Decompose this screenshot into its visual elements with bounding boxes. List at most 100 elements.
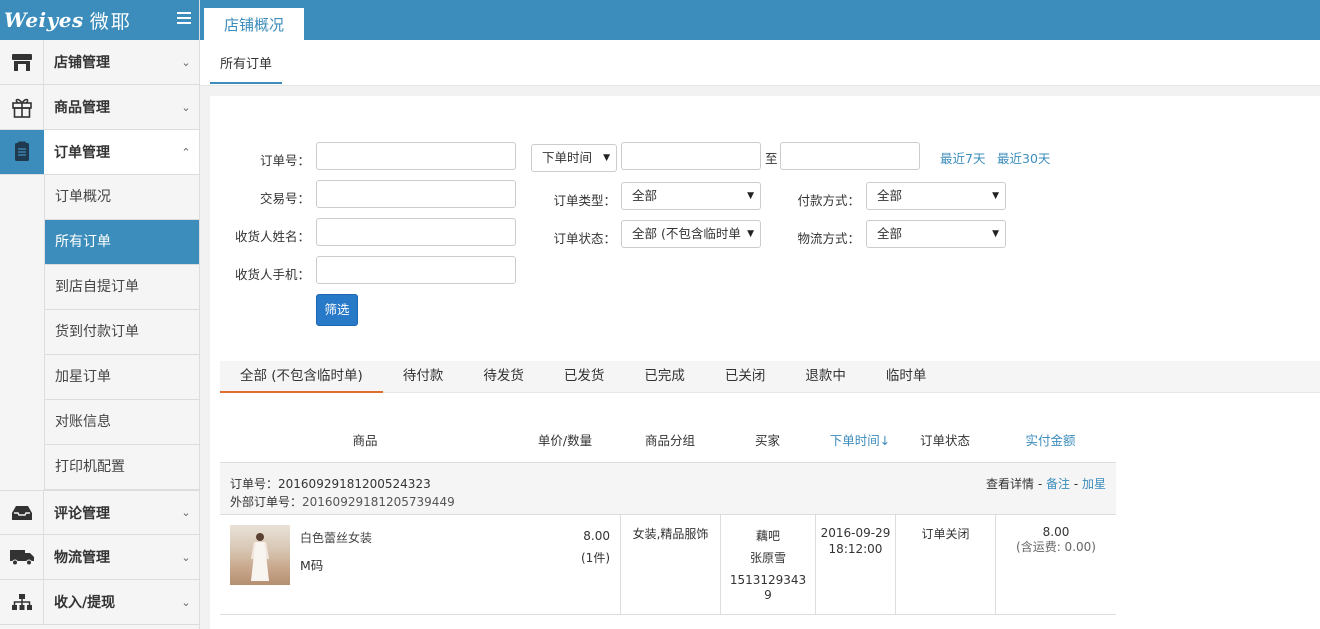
sidebar-item-label: 商品管理 xyxy=(54,100,110,116)
order-status-label: 订单状态： xyxy=(553,231,616,246)
header-amount-sort[interactable]: 实付金额 xyxy=(985,421,1116,461)
brand-logo-cn[interactable]: 微耶 xyxy=(90,7,132,34)
brand-logo[interactable]: Weiyes xyxy=(4,8,84,32)
add-note-link[interactable]: 备注 xyxy=(1046,477,1070,491)
product-sku: M码 xyxy=(300,558,324,573)
tab-status-shipped[interactable]: 已发货 xyxy=(544,361,625,393)
time-type-select[interactable]: 下单时间 ▼ xyxy=(531,144,617,172)
pay-method-select[interactable]: 全部 ▼ xyxy=(866,182,1006,210)
add-star-link[interactable]: 加星 xyxy=(1082,477,1106,491)
header-order-time-sort[interactable]: 下单时间↓ xyxy=(815,421,905,461)
buyer-nickname: 藕吧 xyxy=(755,529,780,543)
sidebar-item-label: 评论管理 xyxy=(54,505,110,522)
order-number-label: 订单号： xyxy=(230,477,279,491)
submenu-item-cod-orders[interactable]: 货到付款订单 xyxy=(45,310,199,355)
sidebar-item-income[interactable]: 收入/提现 ⌄ xyxy=(0,580,199,625)
submenu-item-order-overview[interactable]: 订单概况 xyxy=(45,175,199,220)
filter-button[interactable]: 筛选 xyxy=(316,294,358,326)
buyer-name: 张原雪 xyxy=(749,551,786,565)
category-cell: 女装,精品服饰 xyxy=(620,515,720,615)
order-no-input[interactable] xyxy=(316,142,516,170)
separator: - xyxy=(1034,477,1046,491)
inbox-icon xyxy=(0,490,44,535)
external-order-number-line: 外部订单号：20160929181205739449 xyxy=(230,493,455,510)
start-date-input[interactable] xyxy=(621,142,761,170)
tab-status-refunding[interactable]: 退款中 xyxy=(785,361,866,393)
price-qty-cell: 8.00 (1件) xyxy=(510,515,620,615)
logistics-label: 物流方式： xyxy=(797,231,860,246)
store-icon xyxy=(0,40,44,84)
top-bar: 店铺概况 xyxy=(200,0,1320,40)
receiver-phone-input[interactable] xyxy=(316,256,516,284)
header-product: 商品 xyxy=(352,433,378,448)
gift-icon xyxy=(0,85,44,129)
sidebar: Weiyes 微耶 店铺管理 ⌄ 商品管理 ⌄ 订单管理 ⌃ 订单概况 所有订单… xyxy=(0,0,200,629)
header-status: 订单状态 xyxy=(919,433,970,448)
order-status: 订单关闭 xyxy=(921,527,970,541)
buyer-phone-line1: 1513129343 xyxy=(729,573,807,587)
order-type-select[interactable]: 全部 ▼ xyxy=(621,182,761,210)
caret-down-icon: ▼ xyxy=(744,221,754,247)
submenu-item-starred-orders[interactable]: 加星订单 xyxy=(45,355,199,400)
last-30-days-link[interactable]: 最近30天 xyxy=(997,148,1050,167)
buyer-phone: 1513129343 9 xyxy=(721,573,815,603)
order-status-tabs: 全部 (不包含临时单) 待付款 待发货 已发货 已完成 已关闭 退款中 临时单 xyxy=(220,361,1320,393)
order-actions: 查看详情 - 备注 - 加星 xyxy=(986,475,1106,492)
chevron-down-icon: ⌄ xyxy=(181,595,191,609)
trade-no-input[interactable] xyxy=(316,180,516,208)
last-7-days-link[interactable]: 最近7天 xyxy=(940,148,985,167)
order-type-value: 全部 xyxy=(632,188,658,203)
menu-toggle-icon[interactable] xyxy=(177,10,191,26)
chevron-down-icon: ⌄ xyxy=(181,550,191,564)
tab-status-pending-shipment[interactable]: 待发货 xyxy=(463,361,544,393)
orders-submenu: 订单概况 所有订单 到店自提订单 货到付款订单 加星订单 对账信息 打印机配置 xyxy=(44,175,199,490)
logistics-select[interactable]: 全部 ▼ xyxy=(866,220,1006,248)
submenu-item-printer-config[interactable]: 打印机配置 xyxy=(45,445,199,490)
sidebar-item-label: 收入/提现 xyxy=(54,595,116,611)
chevron-up-icon: ⌃ xyxy=(181,145,191,159)
submenu-item-reconciliation[interactable]: 对账信息 xyxy=(45,400,199,445)
tab-status-completed[interactable]: 已完成 xyxy=(624,361,705,393)
submenu-item-all-orders[interactable]: 所有订单 xyxy=(45,220,199,265)
end-date-input[interactable] xyxy=(780,142,920,170)
header-category: 商品分组 xyxy=(644,433,695,448)
receiver-phone-label: 收货人手机： xyxy=(234,267,310,282)
order-time-cell: 2016-09-29 18:12:00 xyxy=(815,515,895,615)
pay-method-value: 全部 xyxy=(877,188,903,203)
product-name[interactable]: 白色蕾丝女装 xyxy=(300,529,372,546)
sitemap-icon xyxy=(0,580,44,624)
tab-status-temporary[interactable]: 临时单 xyxy=(866,361,947,393)
unit-price: 8.00 xyxy=(583,529,610,543)
header-buyer: 买家 xyxy=(754,433,780,448)
submenu-item-pickup-orders[interactable]: 到店自提订单 xyxy=(45,265,199,310)
sidebar-item-products[interactable]: 商品管理 ⌄ xyxy=(0,85,199,130)
chevron-down-icon: ⌄ xyxy=(181,100,191,114)
caret-down-icon: ▼ xyxy=(992,229,999,239)
order-status-value: 全部 (不包含临时单 xyxy=(632,226,741,241)
quantity: (1件) xyxy=(581,551,610,565)
order-number: 20160929181200524323 xyxy=(278,477,431,491)
time-type-value: 下单时间 xyxy=(542,150,593,165)
caret-down-icon: ▼ xyxy=(992,191,999,201)
sidebar-item-orders[interactable]: 订单管理 ⌃ xyxy=(0,130,199,175)
view-details-link[interactable]: 查看详情 xyxy=(986,477,1034,491)
tab-status-closed[interactable]: 已关闭 xyxy=(705,361,786,393)
pay-method-label: 付款方式： xyxy=(797,193,860,208)
tab-all-orders[interactable]: 所有订单 xyxy=(210,40,283,84)
product-thumbnail[interactable] xyxy=(230,525,290,585)
tab-status-all[interactable]: 全部 (不包含临时单) xyxy=(220,361,383,393)
sidebar-item-comments[interactable]: 评论管理 ⌄ xyxy=(0,490,199,535)
sidebar-item-logistics[interactable]: 物流管理 ⌄ xyxy=(0,535,199,580)
shipping-fee: (含运费: 0.00) xyxy=(1016,540,1096,554)
order-number-line: 订单号：20160929181200524323 xyxy=(230,475,431,492)
date-range-separator: 至 xyxy=(765,151,778,166)
receiver-name-input[interactable] xyxy=(316,218,516,246)
tab-store-overview[interactable]: 店铺概况 xyxy=(204,6,304,40)
table-row: 白色蕾丝女装 M码 8.00 (1件) 女装,精品服饰 藕吧 张原雪 15131… xyxy=(220,514,1116,615)
order-status-select[interactable]: 全部 (不包含临时单 ▼ xyxy=(621,220,761,248)
order-no-label: 订单号： xyxy=(259,153,310,168)
sidebar-item-store[interactable]: 店铺管理 ⌄ xyxy=(0,40,199,85)
receiver-name-label: 收货人姓名： xyxy=(234,229,310,244)
tab-status-pending-payment[interactable]: 待付款 xyxy=(383,361,464,393)
external-order-number: 20160929181205739449 xyxy=(302,495,455,509)
